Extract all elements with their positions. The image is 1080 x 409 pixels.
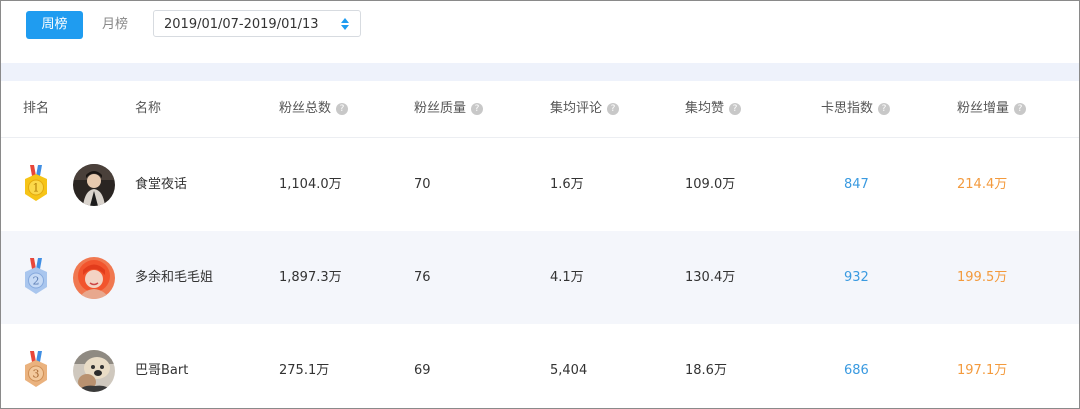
table-row[interactable]: 3 巴哥Bart 275.1万 69 5,404 18.6万 686 197.1… [1,324,1079,408]
creator-name[interactable]: 多余和毛毛姐 [135,231,213,324]
help-icon[interactable]: ? [1014,103,1027,115]
avatar[interactable] [73,350,115,392]
avatar[interactable] [73,164,115,206]
medal-rank: 3 [33,368,40,381]
help-icon[interactable]: ? [471,103,484,115]
help-icon[interactable]: ? [878,103,891,115]
header-kasi-index: 卡思指数? [821,81,891,137]
fans-growth: 214.4万 [957,177,1008,192]
tab-month[interactable]: 月榜 [102,11,128,39]
fans-growth: 199.5万 [957,270,1008,285]
avg-like: 109.0万 [685,177,736,192]
medal-rank: 2 [33,275,40,288]
date-range-select[interactable]: 2019/01/07-2019/01/13 [153,10,361,37]
toolbar: 周榜 月榜 2019/01/07-2019/01/13 [1,1,1079,63]
fans-total: 1,104.0万 [279,177,342,192]
fans-total: 275.1万 [279,363,330,378]
header-name: 名称 [135,101,162,116]
avatar[interactable] [73,257,115,299]
fans-quality: 70 [414,177,431,192]
table-row[interactable]: 1 食堂夜话 1,104.0万 70 1.6万 109.0万 847 214.4… [1,138,1079,231]
table-header: 排名 名称 粉丝总数? 粉丝质量? 集均评论? 集均赞? 卡思指数? 粉丝增量? [1,81,1079,138]
silver-medal-icon: 2 [25,258,47,294]
avg-comment: 1.6万 [550,177,584,192]
creator-name[interactable]: 巴哥Bart [135,324,188,408]
help-icon[interactable]: ? [607,103,620,115]
table-row[interactable]: 2 多余和毛毛姐 1,897.3万 76 4.1万 130.4万 932 199… [1,231,1079,324]
gold-medal-icon: 1 [25,165,47,201]
fans-growth: 197.1万 [957,363,1008,378]
creator-name[interactable]: 食堂夜话 [135,138,187,231]
avg-comment: 4.1万 [550,270,584,285]
fans-quality: 76 [414,270,431,285]
ranking-panel: 周榜 月榜 2019/01/07-2019/01/13 排名 名称 粉丝总数? … [0,0,1080,409]
avg-like: 18.6万 [685,363,727,378]
kasi-index: 847 [844,177,869,192]
header-fans-quality: 粉丝质量? [414,81,484,137]
avg-comment: 5,404 [550,363,588,378]
date-range-value: 2019/01/07-2019/01/13 [164,17,319,32]
fans-total: 1,897.3万 [279,270,342,285]
medal-rank: 1 [33,182,40,195]
help-icon[interactable]: ? [729,103,742,115]
tab-week[interactable]: 周榜 [26,11,83,39]
header-avg-like: 集均赞? [685,81,742,137]
header-fans-growth: 粉丝增量? [957,81,1027,137]
header-fans-total: 粉丝总数? [279,81,349,137]
header-avg-comment: 集均评论? [550,81,620,137]
kasi-index: 686 [844,363,869,378]
divider-band [1,63,1079,81]
ranking-table: 排名 名称 粉丝总数? 粉丝质量? 集均评论? 集均赞? 卡思指数? 粉丝增量?… [1,81,1079,408]
header-rank: 排名 [23,101,50,116]
fans-quality: 69 [414,363,431,378]
bronze-medal-icon: 3 [25,351,47,387]
kasi-index: 932 [844,270,869,285]
sort-arrows-icon [341,18,349,30]
help-icon[interactable]: ? [336,103,349,115]
avg-like: 130.4万 [685,270,736,285]
